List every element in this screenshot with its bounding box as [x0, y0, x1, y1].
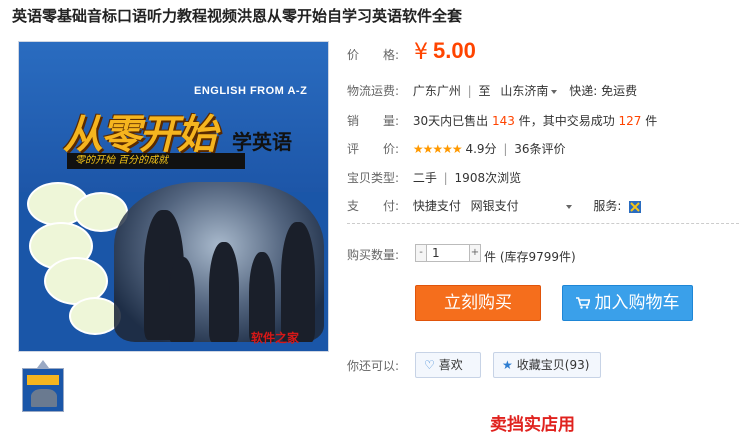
price-row: 价 格: — [347, 46, 409, 63]
shipping-separator: | — [467, 84, 472, 98]
sales-unit-2: 件 — [645, 114, 658, 128]
thumbnail-image[interactable] — [22, 368, 64, 412]
quantity-increase-button[interactable]: + — [469, 244, 481, 262]
payment-row: 支 付: 快捷支付 网银支付 服务: — [347, 197, 642, 214]
type-separator: | — [443, 171, 448, 185]
buy-now-button[interactable]: 立刻购买 — [415, 285, 541, 321]
image-title-text: 从零开始 — [63, 112, 217, 158]
star-icon: ★ — [502, 358, 513, 372]
sales-unit: 件 — [518, 114, 531, 128]
thumbnail-people — [31, 389, 57, 407]
stock-text: 件 (库存9799件) — [484, 250, 576, 264]
type-label: 宝贝类型: — [347, 171, 400, 185]
add-to-cart-label: 加入购物车 — [594, 293, 680, 313]
shipping-from: 广东广州 — [412, 84, 461, 98]
image-stamp-text: 软件之家 — [251, 331, 300, 345]
rating-separator: | — [503, 142, 508, 156]
image-person — [169, 257, 195, 342]
type-views: 1908次浏览 — [454, 171, 522, 185]
quantity-stepper[interactable]: - 1 + — [415, 244, 481, 262]
service-label: 服务: — [593, 199, 622, 213]
add-to-cart-button[interactable]: 加入购物车 — [562, 285, 693, 321]
rating-reviews-link[interactable]: 36条评价 — [514, 142, 565, 156]
image-person — [209, 242, 239, 342]
store-banner-text: 卖挡实店用 — [490, 415, 575, 435]
quantity-input[interactable]: 1 — [427, 244, 469, 262]
sales-label: 销 量: — [347, 114, 400, 128]
sales-row: 销 量: 30天内已售出 143 件，其中交易成功 127 件 — [347, 112, 657, 129]
type-condition: 二手 — [412, 171, 437, 185]
like-button[interactable]: ♡ 喜欢 — [415, 352, 481, 378]
thumbnail-caret — [37, 360, 49, 368]
image-english-text: ENGLISH FROM A-Z — [194, 85, 308, 97]
shipping-to-word: 至 — [478, 84, 491, 98]
rating-label: 评 价: — [347, 142, 400, 156]
shipping-destination-select[interactable]: 山东济南 — [500, 84, 561, 98]
rating-score: 4.9分 — [465, 142, 497, 156]
quantity-decrease-button[interactable]: - — [415, 244, 427, 262]
sales-prefix: 30天内已售出 — [412, 114, 489, 128]
heart-icon: ♡ — [424, 358, 435, 372]
shipping-destination: 山东济南 — [500, 84, 549, 98]
quantity-label-row: 购买数量: — [347, 246, 409, 263]
service-badge-icon[interactable] — [629, 200, 642, 213]
chevron-down-icon — [565, 204, 572, 209]
favorite-label: 收藏宝贝(93) — [516, 358, 590, 372]
image-subtitle-text: 学英语 — [232, 130, 292, 154]
also-label: 你还可以: — [347, 359, 400, 373]
favorite-button[interactable]: ★ 收藏宝贝(93) — [493, 352, 601, 378]
star-rating-icon: ★★★★★ — [412, 142, 463, 156]
image-slogan: 零的开始 百分的成就 — [67, 153, 245, 169]
sales-count: 143 — [491, 114, 515, 128]
shipping-method: 快递: 免运费 — [569, 84, 638, 98]
thumbnail-title-band — [27, 375, 59, 385]
payment-method-1: 快捷支付 — [412, 199, 461, 213]
price-value: 5.00 — [433, 38, 476, 63]
payment-method-2: 网银支付 — [470, 199, 519, 213]
quantity-label: 购买数量: — [347, 248, 400, 262]
shipping-label: 物流运费: — [347, 84, 400, 98]
shipping-row: 物流运费: 广东广州 | 至 山东济南 快递: 免运费 — [347, 82, 637, 99]
cart-icon — [575, 297, 590, 309]
sales-success-count: 127 — [618, 114, 642, 128]
payment-label: 支 付: — [347, 199, 400, 213]
product-title: 英语零基础音标口语听力教程视频洪恩从零开始自学习英语软件全套 — [12, 7, 463, 25]
like-label: 喜欢 — [438, 358, 463, 372]
rating-row: 评 价: ★★★★★ 4.9分 | 36条评价 — [347, 140, 566, 157]
chevron-down-icon — [551, 89, 558, 94]
price-symbol: ¥ — [414, 40, 428, 65]
also-row: 你还可以: — [347, 357, 409, 374]
price-label: 价 格: — [347, 48, 400, 62]
main-product-image[interactable]: ENGLISH FROM A-Z 从零开始 学英语 零的开始 百分的成就 软件之… — [18, 41, 329, 352]
type-row: 宝贝类型: 二手 | 1908次浏览 — [347, 169, 521, 186]
payment-more-dropdown[interactable] — [563, 199, 572, 213]
section-divider — [347, 223, 739, 224]
sales-mid: ，其中交易成功 — [530, 114, 615, 128]
image-person — [281, 222, 315, 342]
